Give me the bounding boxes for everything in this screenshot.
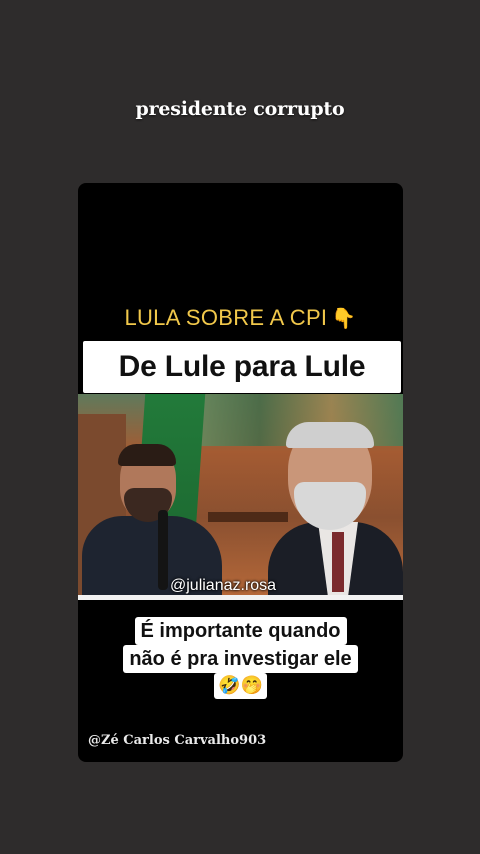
speaker-right-figure	[268, 422, 403, 600]
story-screen: presidente corrupto LULA SOBRE A CPI 👇 De…	[0, 0, 480, 854]
subtitle-block: É importante quando não é pra investigar…	[78, 617, 403, 699]
top-label-text: LULA SOBRE A CPI	[124, 305, 328, 330]
microphone-icon	[158, 510, 168, 590]
story-caption: presidente corrupto	[135, 98, 345, 120]
title-banner: De Lule para Lule	[83, 341, 401, 393]
speaker-right-hair	[286, 422, 374, 448]
subtitle-line-2: não é pra investigar ele	[123, 645, 358, 673]
speaker-right-tie	[332, 532, 344, 592]
video-top-label: LULA SOBRE A CPI 👇	[78, 305, 403, 331]
frame-bottom-bar	[78, 595, 403, 600]
video-frame: @julianaz.rosa	[78, 394, 403, 600]
video-card[interactable]: LULA SOBRE A CPI 👇 De Lule para Lule @ju…	[78, 183, 403, 762]
pointing-down-icon: 👇	[331, 308, 357, 330]
laughing-emoji-icon: 🤣🤭	[214, 673, 267, 699]
video-title: De Lule para Lule	[118, 350, 366, 383]
subtitle-line-1: É importante quando	[134, 617, 347, 645]
speaker-left-hair	[118, 444, 176, 466]
video-credit: @Zé Carlos Carvalho903	[88, 733, 267, 748]
video-watermark: @julianaz.rosa	[170, 577, 277, 594]
